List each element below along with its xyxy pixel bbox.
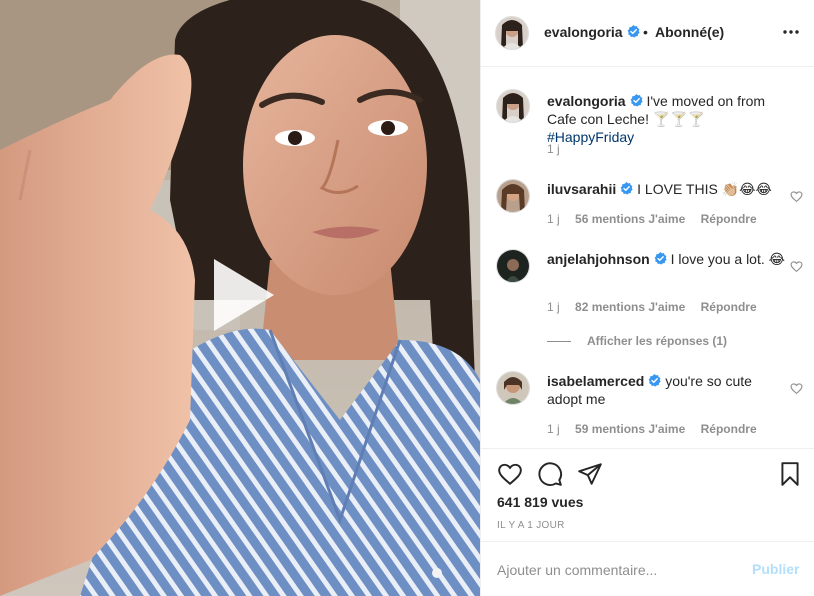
comment-composer: Publier <box>481 541 814 596</box>
comment-likes[interactable]: 56 mentions J'aime <box>575 212 685 226</box>
comment-username[interactable]: anjelahjohnson <box>547 251 650 267</box>
comments-list: evalongoria I've moved on from Cafe con … <box>481 68 814 448</box>
video-player[interactable] <box>0 0 480 596</box>
comment-username[interactable]: iluvsarahii <box>547 181 616 197</box>
play-icon[interactable] <box>200 255 280 335</box>
caption-avatar[interactable] <box>497 90 529 122</box>
publish-button[interactable]: Publier <box>752 561 799 577</box>
replies-divider <box>547 341 571 343</box>
comment-time[interactable]: 1 j <box>547 422 560 436</box>
verified-badge-icon <box>620 182 633 195</box>
reply-button[interactable]: Répondre <box>701 212 757 226</box>
commenter-avatar[interactable] <box>497 180 529 212</box>
action-bar: 641 819 vues IL Y A 1 JOUR <box>481 448 814 541</box>
like-heart-icon[interactable] <box>497 461 523 487</box>
comment-body: I LOVE THIS 👏🏼😂😂 <box>637 181 772 197</box>
verified-badge-icon <box>630 94 643 107</box>
reply-button[interactable]: Répondre <box>701 422 757 436</box>
comment-text: anjelahjohnson I love you a lot. 😂 <box>547 250 789 268</box>
post-panel: evalongoria • Abonné(e) evalongoria I've… <box>480 0 814 596</box>
more-options-icon[interactable] <box>781 22 801 42</box>
like-comment-heart-icon[interactable] <box>790 190 803 203</box>
comment-time[interactable]: 1 j <box>547 212 560 226</box>
comment-text: isabelamerced you're so cute adopt me <box>547 372 789 408</box>
commenter-avatar[interactable] <box>497 372 529 404</box>
view-replies-button[interactable]: Afficher les réponses (1) <box>547 334 727 348</box>
comment-meta: 1 j 82 mentions J'aime Répondre <box>547 300 769 314</box>
like-comment-heart-icon[interactable] <box>790 382 803 395</box>
comment-text: iluvsarahii I LOVE THIS 👏🏼😂😂 <box>547 180 789 198</box>
comment-bubble-icon[interactable] <box>537 461 563 487</box>
comment-meta: 1 j 56 mentions J'aime Répondre <box>547 212 769 226</box>
comment-meta: 1 j 59 mentions J'aime Répondre <box>547 422 769 436</box>
caption-text: evalongoria I've moved on from Cafe con … <box>547 92 789 146</box>
post-timestamp[interactable]: IL Y A 1 JOUR <box>497 520 565 531</box>
share-send-icon[interactable] <box>577 461 603 487</box>
reply-button[interactable]: Répondre <box>701 300 757 314</box>
verified-badge-icon <box>627 25 640 38</box>
verified-badge-icon <box>648 374 661 387</box>
view-count[interactable]: 641 819 vues <box>497 494 583 510</box>
comment-likes[interactable]: 59 mentions J'aime <box>575 422 685 436</box>
comment-likes[interactable]: 82 mentions J'aime <box>575 300 685 314</box>
header-separator: • <box>643 24 648 40</box>
author-username[interactable]: evalongoria <box>544 24 640 40</box>
author-avatar[interactable] <box>496 17 528 49</box>
comment-time[interactable]: 1 j <box>547 300 560 314</box>
comment-body: I love you a lot. 😂 <box>670 251 785 267</box>
like-comment-heart-icon[interactable] <box>790 260 803 273</box>
caption-meta: 1 j <box>547 142 572 156</box>
commenter-avatar[interactable] <box>497 250 529 282</box>
caption-username[interactable]: evalongoria <box>547 93 626 109</box>
post-header: evalongoria • Abonné(e) <box>481 0 814 67</box>
follow-status-button[interactable]: Abonné(e) <box>655 24 724 40</box>
verified-badge-icon <box>654 252 667 265</box>
caption-time[interactable]: 1 j <box>547 142 560 156</box>
comment-username[interactable]: isabelamerced <box>547 373 644 389</box>
comment-input[interactable] <box>497 560 737 580</box>
view-replies-label: Afficher les réponses (1) <box>587 334 728 348</box>
save-bookmark-icon[interactable] <box>777 461 803 487</box>
